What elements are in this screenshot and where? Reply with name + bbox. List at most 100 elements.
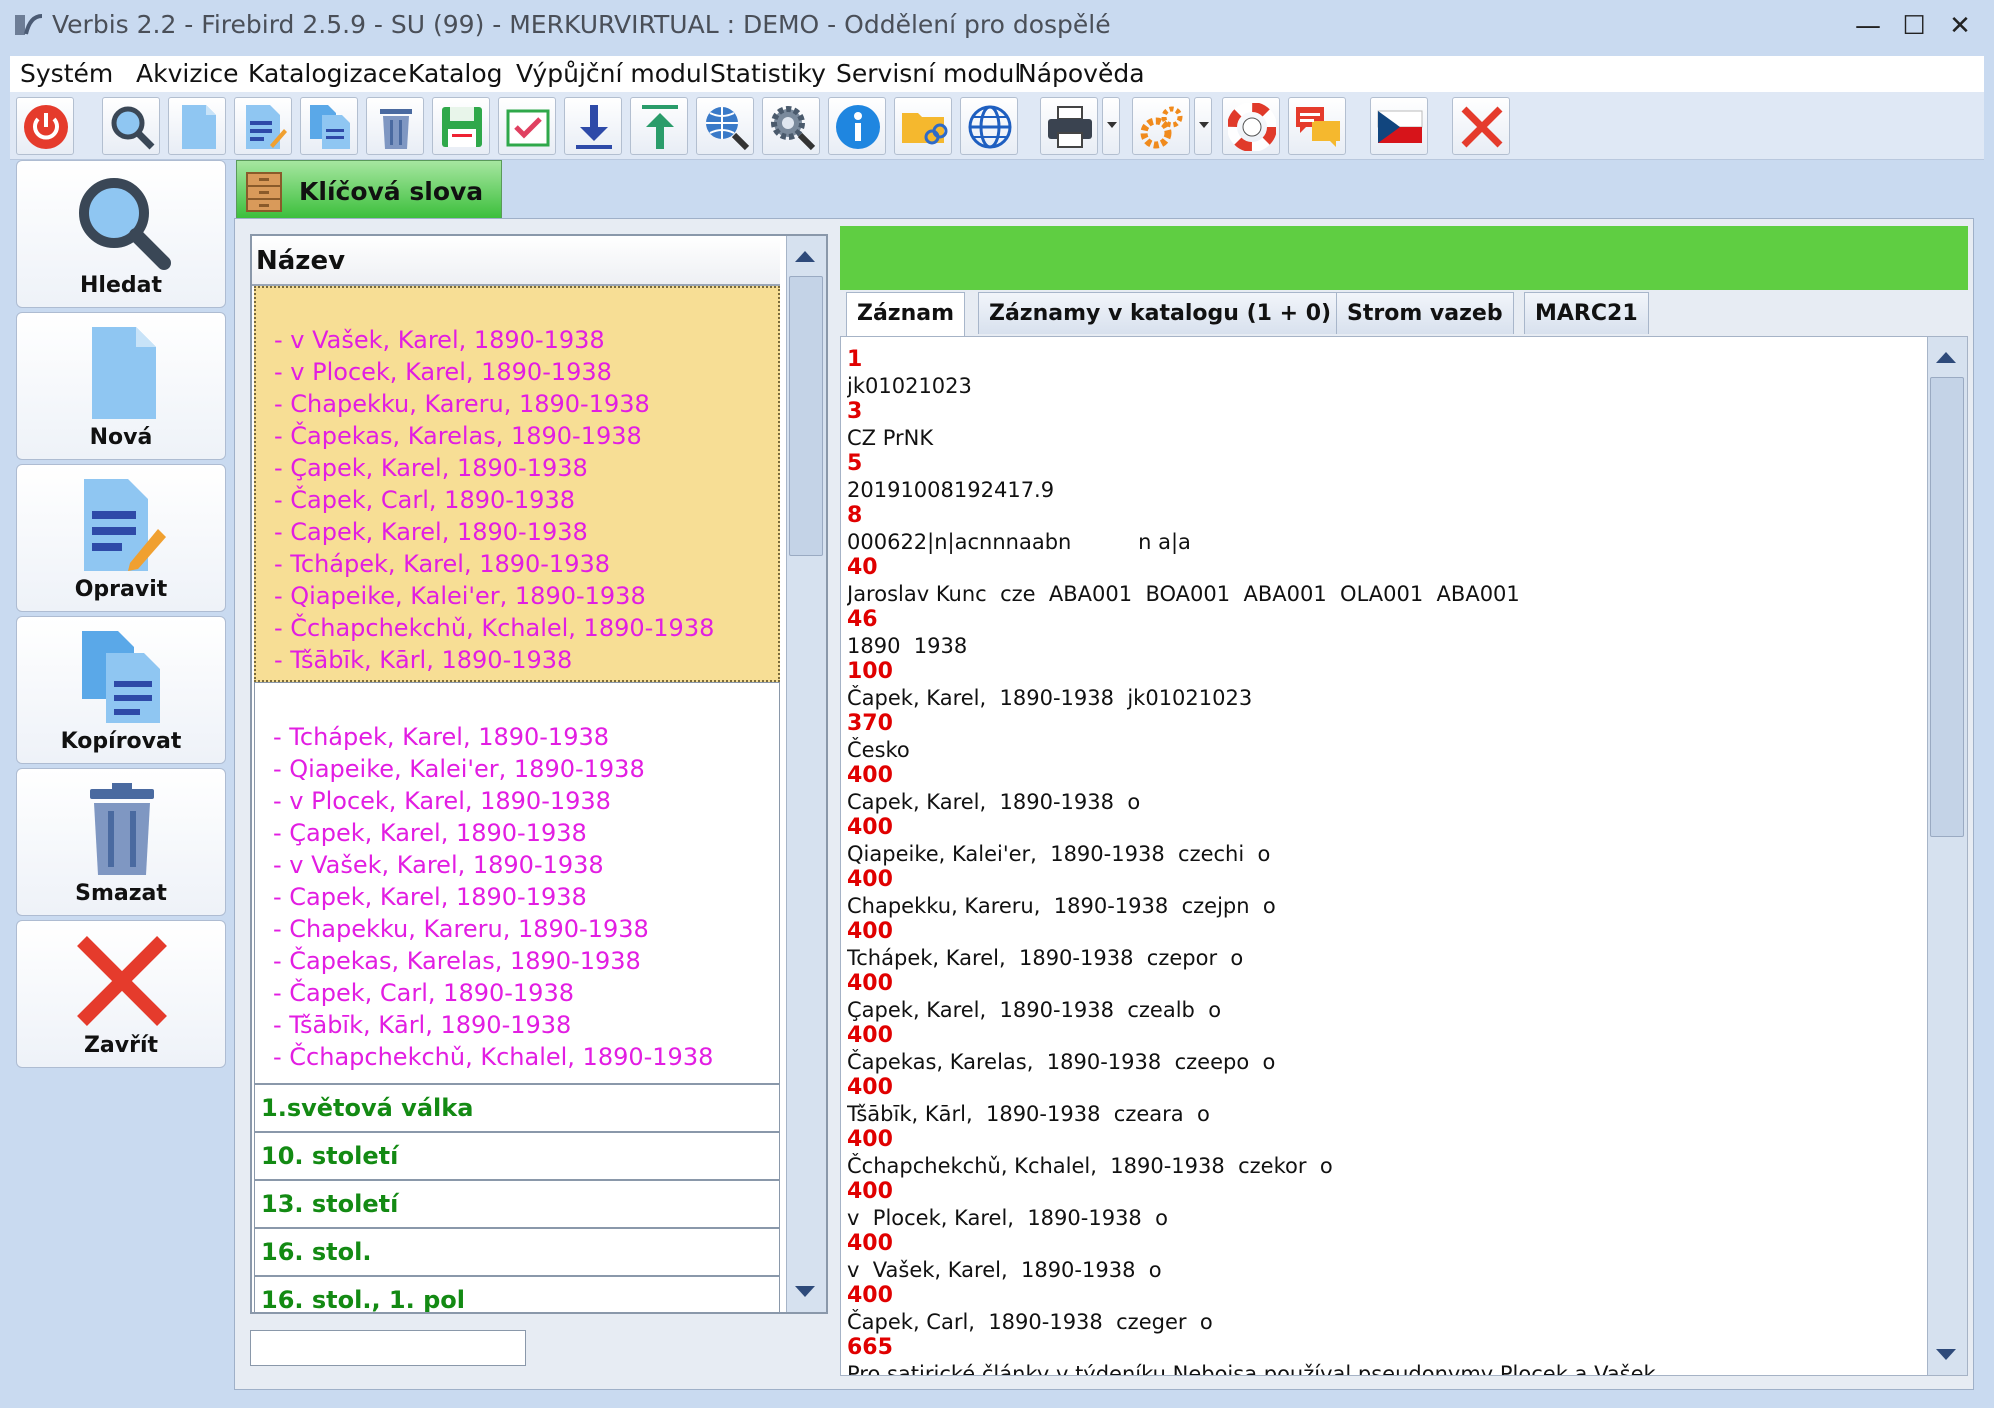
toolbar-messages-button[interactable] bbox=[1288, 97, 1346, 155]
menu-service[interactable]: Servisní modul bbox=[836, 59, 1021, 88]
marc-value: Pro satirické články v týdeníku Nebojsa … bbox=[847, 1362, 1656, 1376]
menu-help[interactable]: Nápověda bbox=[1018, 59, 1145, 88]
variant-name: - Čapek, Carl, 1890-1938 bbox=[273, 979, 574, 1007]
scroll-up-icon[interactable] bbox=[790, 242, 820, 272]
window-title: Verbis 2.2 - Firebird 2.5.9 - SU (99) - … bbox=[52, 10, 1111, 39]
delete-button-label: Smazat bbox=[75, 881, 167, 906]
menu-statistics[interactable]: Statistiky bbox=[710, 59, 826, 88]
action-sidebar: Hledat Nová Opravit Kopírovat Smazat Zav… bbox=[10, 160, 230, 1396]
toolbar-web-search-button[interactable] bbox=[696, 97, 754, 155]
close-icon bbox=[1461, 106, 1503, 148]
power-button[interactable] bbox=[16, 97, 74, 155]
edit-button-label: Opravit bbox=[74, 577, 168, 602]
marc-tag: 400 bbox=[847, 919, 893, 944]
tab-catalog-records[interactable]: Záznamy v katalogu (1 + 0) bbox=[978, 292, 1343, 334]
toolbar-save-button[interactable] bbox=[432, 97, 490, 155]
menu-system[interactable]: Systém bbox=[20, 59, 113, 88]
variant-name: - Tchápek, Karel, 1890-1938 bbox=[273, 723, 610, 751]
power-icon bbox=[24, 105, 68, 149]
toolbar-confirm-button[interactable] bbox=[498, 97, 556, 155]
close-icon bbox=[77, 936, 167, 1026]
tools-dropdown-button[interactable] bbox=[1194, 97, 1212, 155]
variant-name: - Čapek, Carl, 1890-1938 bbox=[274, 486, 575, 514]
list-scroll-thumb[interactable] bbox=[789, 276, 823, 556]
toolbar-web-button[interactable] bbox=[960, 97, 1018, 155]
marc-tag: 400 bbox=[847, 867, 893, 892]
list-item[interactable]: 16. stol. bbox=[254, 1228, 780, 1276]
list-item[interactable]: - Tchápek, Karel, 1890-1938 - Qiapeike, … bbox=[254, 682, 780, 1084]
toolbar-tools-button[interactable] bbox=[1132, 97, 1190, 155]
menu-catalog[interactable]: Katalog bbox=[408, 59, 503, 88]
web-search-icon bbox=[706, 107, 750, 151]
blank-document-icon bbox=[92, 327, 156, 419]
maximize-button[interactable]: ☐ bbox=[1894, 8, 1934, 44]
toolbar-export-button[interactable] bbox=[630, 97, 688, 155]
toolbar-folder-link-button[interactable] bbox=[894, 97, 952, 155]
new-button[interactable]: Nová bbox=[16, 312, 226, 460]
copy-document-icon bbox=[82, 631, 160, 723]
record-scroll-thumb[interactable] bbox=[1930, 377, 1964, 837]
toolbar-copy-button[interactable] bbox=[300, 97, 358, 155]
keyword-label: 16. stol. bbox=[261, 1238, 372, 1266]
marc-tag: 400 bbox=[847, 1283, 893, 1308]
info-icon bbox=[836, 105, 880, 149]
scroll-down-icon[interactable] bbox=[1931, 1339, 1961, 1369]
close-window-button[interactable]: ✕ bbox=[1940, 8, 1980, 44]
menu-cataloging[interactable]: Katalogizace bbox=[248, 59, 407, 88]
list-item-selected[interactable]: - v Vašek, Karel, 1890-1938 - v Plocek, … bbox=[254, 286, 780, 682]
list-item[interactable]: 13. století bbox=[254, 1180, 780, 1228]
toolbar-language-button[interactable] bbox=[1370, 97, 1428, 155]
keyword-label: 16. stol., 1. pol bbox=[261, 1286, 465, 1314]
toolbar-info-button[interactable] bbox=[828, 97, 886, 155]
marc-value: 1890 1938 bbox=[847, 634, 968, 658]
list-item[interactable]: 16. stol., 1. pol bbox=[254, 1276, 780, 1314]
toolbar-delete-button[interactable] bbox=[366, 97, 424, 155]
keyword-search-input[interactable] bbox=[250, 1330, 526, 1366]
list-scrollbar[interactable] bbox=[786, 236, 826, 1312]
edit-document-icon bbox=[84, 479, 166, 571]
keyword-label: 1.světová válka bbox=[261, 1094, 474, 1122]
close-button[interactable]: Zavřít bbox=[16, 920, 226, 1068]
chat-icon bbox=[1296, 107, 1340, 147]
marc-value: jk01021023 bbox=[847, 374, 972, 398]
copy-button[interactable]: Kopírovat bbox=[16, 616, 226, 764]
tab-relation-tree[interactable]: Strom vazeb bbox=[1336, 292, 1514, 334]
tab-keywords[interactable]: Klíčová slova bbox=[236, 160, 502, 218]
tab-record[interactable]: Záznam bbox=[846, 292, 966, 336]
list-item[interactable]: 10. století bbox=[254, 1132, 780, 1180]
toolbar-search-button[interactable] bbox=[102, 97, 160, 155]
scroll-down-icon[interactable] bbox=[790, 1276, 820, 1306]
globe-icon bbox=[968, 105, 1012, 149]
marc-tag: 1 bbox=[847, 347, 863, 372]
marc-tag: 400 bbox=[847, 971, 893, 996]
toolbar-close-button[interactable] bbox=[1452, 97, 1510, 155]
menu-bar: Systém Akvizice Katalogizace Katalog Výp… bbox=[10, 56, 1984, 92]
toolbar-support-button[interactable] bbox=[1222, 97, 1280, 155]
upload-icon bbox=[642, 105, 678, 149]
record-scrollbar[interactable] bbox=[1927, 337, 1967, 1375]
variant-name: - Tchápek, Karel, 1890-1938 bbox=[274, 550, 611, 578]
toolbar-print-button[interactable] bbox=[1040, 97, 1098, 155]
keyword-label: 13. století bbox=[261, 1190, 399, 1218]
toolbar-new-button[interactable] bbox=[168, 97, 226, 155]
tab-marc21[interactable]: MARC21 bbox=[1524, 292, 1649, 334]
marc-tag: 5 bbox=[847, 451, 863, 476]
column-header-name[interactable]: Název bbox=[252, 236, 780, 286]
toolbar-import-button[interactable] bbox=[564, 97, 622, 155]
search-button[interactable]: Hledat bbox=[16, 160, 226, 308]
menu-circulation[interactable]: Výpůjční modul bbox=[516, 59, 709, 88]
delete-button[interactable]: Smazat bbox=[16, 768, 226, 916]
toolbar-edit-button[interactable] bbox=[234, 97, 292, 155]
toolbar-settings-search-button[interactable] bbox=[762, 97, 820, 155]
minimize-button[interactable]: — bbox=[1848, 8, 1888, 44]
variant-name: - Çapek, Karel, 1890-1938 bbox=[274, 454, 588, 482]
record-fields: 1 jk01021023 3 CZ PrNK 5 20191008192417.… bbox=[847, 347, 1907, 1376]
edit-button[interactable]: Opravit bbox=[16, 464, 226, 612]
keyword-list: Název - v Vašek, Karel, 1890-1938 - v Pl… bbox=[250, 234, 828, 1314]
list-item[interactable]: 1.světová válka bbox=[254, 1084, 780, 1132]
menu-acquisition[interactable]: Akvizice bbox=[136, 59, 239, 88]
search-icon bbox=[111, 106, 155, 150]
marc-tag: 400 bbox=[847, 1023, 893, 1048]
print-dropdown-button[interactable] bbox=[1102, 97, 1120, 155]
scroll-up-icon[interactable] bbox=[1931, 343, 1961, 373]
